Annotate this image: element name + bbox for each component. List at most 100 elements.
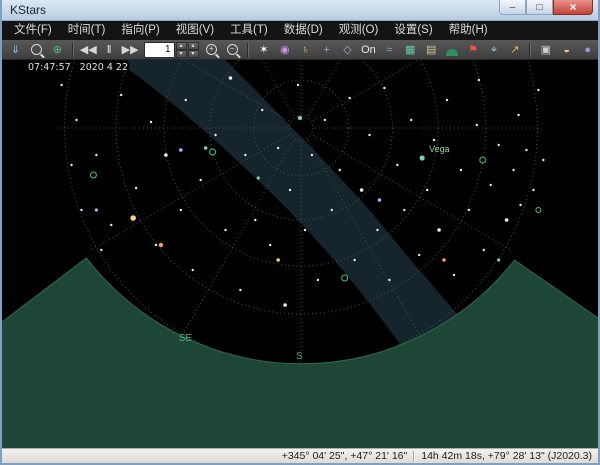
sky-view: VegaSES 07:47:572020 4 22 xyxy=(2,60,598,448)
maximize-button[interactable]: □ xyxy=(526,0,553,15)
toggle-equatorial-grid-button[interactable]: ▦ xyxy=(401,41,420,59)
download-data-button[interactable]: ⇓ xyxy=(6,41,25,59)
star xyxy=(155,244,157,246)
pause-clock-icon: ‖ xyxy=(107,41,112,59)
star xyxy=(388,279,390,281)
star xyxy=(257,176,260,179)
toggle-constellation-lines-button[interactable]: + xyxy=(317,41,336,59)
star xyxy=(490,184,492,186)
star xyxy=(80,209,82,211)
star xyxy=(199,179,201,181)
toggle-constellation-names-button[interactable]: On xyxy=(359,41,378,59)
menu-data[interactable]: 数据(D) xyxy=(276,21,331,40)
pause-clock-button[interactable]: ‖ xyxy=(100,41,119,59)
menu-pointing[interactable]: 指向(P) xyxy=(113,21,167,40)
star xyxy=(532,189,534,191)
star xyxy=(453,274,455,276)
star xyxy=(317,279,319,281)
star xyxy=(512,169,514,171)
toggle-horizontal-grid-button[interactable]: ▤ xyxy=(422,41,441,59)
advance-time-button[interactable]: ▶▶ xyxy=(121,41,140,59)
menu-settings[interactable]: 设置(S) xyxy=(386,21,440,40)
time-unit-decrease-button[interactable]: ▾ xyxy=(188,50,199,58)
time-step-decrease-button[interactable]: ▾ xyxy=(176,50,187,58)
menu-time[interactable]: 时间(T) xyxy=(60,21,114,40)
set-geolocation-button[interactable]: ⊕ xyxy=(48,41,67,59)
menu-tools[interactable]: 工具(T) xyxy=(222,21,276,40)
window-title: KStars xyxy=(10,3,46,17)
sky-clock: 07:47:572020 4 22 xyxy=(28,62,137,73)
time-step-spinner: ▴▾ xyxy=(176,42,187,58)
toolbar-separator xyxy=(247,43,249,57)
toggle-equatorial-grid-icon: ▦ xyxy=(405,41,415,59)
menu-observation[interactable]: 观测(O) xyxy=(331,21,387,40)
star xyxy=(277,147,279,149)
ekos-button[interactable]: ● xyxy=(578,41,597,59)
toggle-constellation-boundaries-button[interactable]: ◇ xyxy=(338,41,357,59)
find-object-button[interactable] xyxy=(27,41,46,59)
toggle-constellation-lines-icon: + xyxy=(323,41,329,59)
star xyxy=(204,146,208,150)
download-data-icon: ⇓ xyxy=(11,41,20,59)
toolbar-separator xyxy=(72,43,74,57)
star xyxy=(150,121,152,123)
star xyxy=(135,187,137,189)
star xyxy=(304,229,306,231)
star xyxy=(283,303,287,307)
star xyxy=(244,154,246,156)
toggle-stars-icon: ✶ xyxy=(259,41,268,59)
cardinal-label-s: S xyxy=(296,351,303,362)
menu-view[interactable]: 视图(V) xyxy=(168,21,222,40)
star xyxy=(95,154,97,156)
zoom-out-button[interactable]: − xyxy=(223,41,242,59)
time-unit-increase-button[interactable]: ▴ xyxy=(188,42,199,50)
menu-help[interactable]: 帮助(H) xyxy=(441,21,496,40)
observation-list-button[interactable]: ▣ xyxy=(536,41,555,59)
star xyxy=(192,269,194,271)
star xyxy=(426,189,428,191)
star xyxy=(261,109,263,111)
toggle-supernovae-icon: ↗ xyxy=(510,41,519,59)
star xyxy=(483,249,485,251)
rewind-time-button[interactable]: ◀◀ xyxy=(79,41,98,59)
toggle-satellites-button[interactable]: ⌖ xyxy=(485,41,504,59)
star xyxy=(254,219,256,221)
time-step-increase-button[interactable]: ▴ xyxy=(176,42,187,50)
time-step-control: 1▴▾▴▾ xyxy=(144,42,199,58)
star xyxy=(497,258,500,261)
star xyxy=(348,97,350,99)
star xyxy=(517,114,519,116)
menu-file[interactable]: 文件(F) xyxy=(6,21,60,40)
star xyxy=(269,244,271,246)
star xyxy=(311,154,313,156)
toolbar-separator xyxy=(529,43,531,57)
star xyxy=(353,259,355,261)
status-bar: +345° 04' 25", +47° 21' 16" 14h 42m 18s,… xyxy=(2,448,598,463)
toggle-ground-button[interactable] xyxy=(443,41,462,59)
minimize-button[interactable]: – xyxy=(499,0,526,15)
toggle-solar-system-button[interactable]: ♄ xyxy=(296,41,315,59)
toggle-supernovae-button[interactable]: ↗ xyxy=(505,41,524,59)
star xyxy=(525,149,527,151)
star xyxy=(239,289,241,291)
time-step-value[interactable]: 1 xyxy=(144,42,175,58)
star xyxy=(519,204,521,206)
toggle-flags-button[interactable]: ⚑ xyxy=(464,41,483,59)
star xyxy=(418,254,420,256)
whats-interesting-button[interactable]: ◒ xyxy=(557,41,576,59)
star xyxy=(276,258,280,262)
toggle-constellation-boundaries-icon: ◇ xyxy=(343,41,351,59)
sky-map[interactable]: VegaSES xyxy=(2,60,598,448)
observation-list-icon: ▣ xyxy=(541,41,551,59)
star xyxy=(120,94,122,96)
close-button[interactable]: × xyxy=(553,0,593,15)
titlebar[interactable]: KStars – □ × xyxy=(2,0,598,21)
find-object-icon xyxy=(31,44,42,55)
star xyxy=(179,148,183,152)
toggle-horizontal-grid-icon: ▤ xyxy=(426,41,436,59)
toggle-stars-button[interactable]: ✶ xyxy=(254,41,273,59)
toggle-deep-sky-button[interactable]: ◉ xyxy=(275,41,294,59)
toolbar: ⇓⊕◀◀‖▶▶1▴▾▴▾+−✶◉♄+◇On≈▦▤⚑⌖↗▣◒● xyxy=(2,40,598,60)
zoom-in-button[interactable]: + xyxy=(203,41,222,59)
toggle-milky-way-button[interactable]: ≈ xyxy=(380,41,399,59)
